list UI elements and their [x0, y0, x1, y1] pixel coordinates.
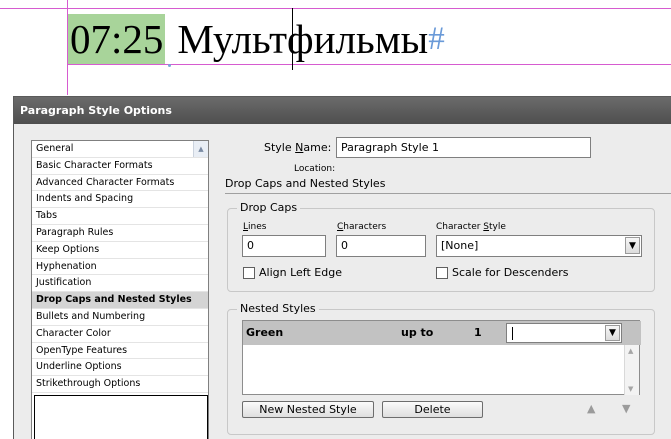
- nested-styles-table[interactable]: Green up to 1 ▼ ▲ ▼: [242, 320, 641, 395]
- document-text-line[interactable]: 07:25 Мультфильмы #: [68, 14, 445, 67]
- nested-styles-scrollbar[interactable]: ▲ ▼: [624, 345, 639, 395]
- lines-input[interactable]: 0: [242, 235, 326, 257]
- scroll-up-icon[interactable]: ▲: [193, 141, 208, 157]
- category-item[interactable]: Character Color: [32, 326, 208, 343]
- category-item[interactable]: Keep Options: [32, 242, 208, 259]
- nested-style-delimiter-select[interactable]: ▼: [506, 323, 622, 343]
- highlighted-time-text[interactable]: 07:25: [68, 14, 166, 64]
- characters-input[interactable]: 0: [336, 235, 426, 257]
- text-cursor: [292, 8, 293, 70]
- scroll-down-icon[interactable]: ▼: [628, 385, 633, 393]
- category-item[interactable]: Paragraph Rules: [32, 225, 208, 242]
- category-item[interactable]: Hyphenation: [32, 259, 208, 276]
- scale-for-descenders-label[interactable]: Scale for Descenders: [452, 266, 568, 279]
- style-name-input[interactable]: Paragraph Style 1: [336, 137, 591, 158]
- scroll-up-icon[interactable]: ▲: [628, 347, 633, 355]
- characters-label: Characters: [337, 222, 387, 232]
- category-item[interactable]: Advanced Character Formats: [32, 175, 208, 192]
- drop-caps-group-title: Drop Caps: [237, 201, 301, 214]
- character-style-select[interactable]: [None] ▼: [436, 235, 642, 257]
- move-down-icon[interactable]: ▼: [622, 402, 630, 415]
- category-item[interactable]: Tabs: [32, 208, 208, 225]
- paragraph-style-options-dialog: Paragraph Style Options General Basic Cha…: [13, 96, 671, 439]
- align-left-edge-checkbox[interactable]: [243, 267, 255, 279]
- paragraph-mark-icon: #: [428, 20, 445, 57]
- category-item[interactable]: OpenType Features: [32, 343, 208, 360]
- baseline-guide: [67, 64, 671, 65]
- category-item[interactable]: Indents and Spacing: [32, 191, 208, 209]
- location-label: Location:: [294, 164, 336, 174]
- category-item[interactable]: Justification: [32, 275, 208, 293]
- nested-style-row[interactable]: Green up to 1 ▼: [243, 321, 641, 345]
- dialog-title[interactable]: Paragraph Style Options: [14, 97, 671, 124]
- nested-style-count[interactable]: 1: [474, 326, 482, 339]
- character-style-label: Character Style: [436, 222, 506, 232]
- chevron-down-icon[interactable]: ▼: [625, 237, 640, 254]
- new-nested-style-button[interactable]: New Nested Style: [242, 401, 374, 418]
- heading-text[interactable]: Мультфильмы: [177, 15, 428, 63]
- delete-button[interactable]: Delete: [382, 401, 483, 418]
- section-divider: [225, 193, 671, 194]
- category-item[interactable]: Underline Options: [32, 359, 208, 377]
- category-list-empty-area: [34, 395, 208, 439]
- category-item[interactable]: Basic Character Formats: [32, 158, 208, 175]
- style-name-label: Style Name:: [264, 141, 332, 154]
- scale-for-descenders-checkbox[interactable]: [436, 267, 448, 279]
- move-up-icon[interactable]: ▲: [587, 402, 595, 415]
- category-item[interactable]: Bullets and Numbering: [32, 309, 208, 326]
- lines-label: Lines: [243, 222, 267, 232]
- align-left-edge-label[interactable]: Align Left Edge: [259, 266, 342, 279]
- chevron-down-icon[interactable]: ▼: [605, 325, 620, 341]
- nested-style-name[interactable]: Green: [246, 326, 283, 339]
- character-style-value: [None]: [441, 239, 479, 252]
- category-item[interactable]: General: [32, 141, 208, 158]
- nested-style-mode[interactable]: up to: [401, 326, 433, 339]
- category-list[interactable]: General Basic Character Formats Advanced C…: [31, 140, 209, 439]
- section-title: Drop Caps and Nested Styles: [225, 177, 386, 190]
- document-canvas: 07:25 Мультфильмы #: [0, 0, 671, 95]
- margin-guide-top: [0, 8, 671, 9]
- text-caret: [512, 327, 513, 340]
- nested-styles-group-title: Nested Styles: [237, 302, 319, 315]
- category-item[interactable]: Drop Caps and Nested Styles: [32, 292, 208, 309]
- category-item[interactable]: Strikethrough Options: [32, 376, 208, 393]
